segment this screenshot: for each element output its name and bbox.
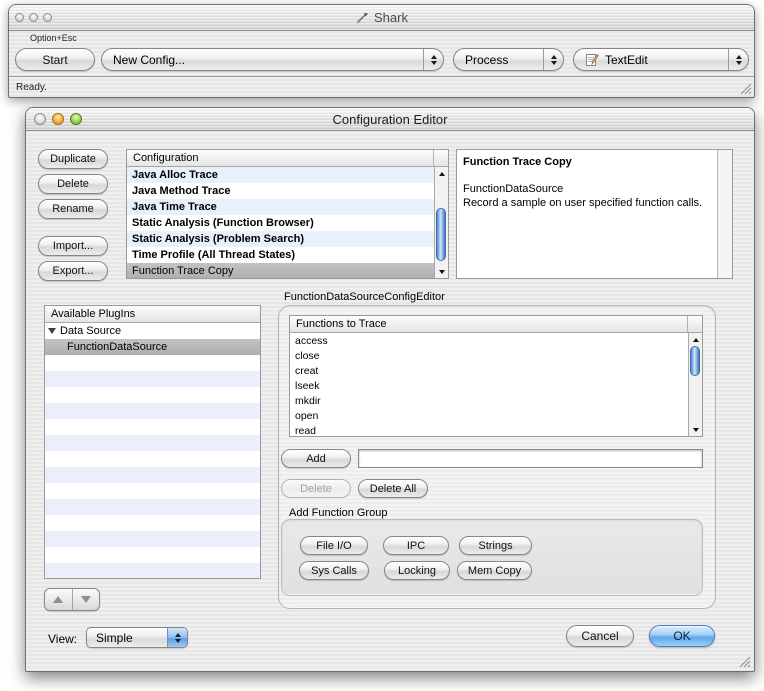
delete-function-button[interactable]: Delete: [281, 479, 351, 498]
rename-button[interactable]: Rename: [38, 199, 108, 219]
group-ipc-button[interactable]: IPC: [383, 536, 449, 555]
shark-window: Shark Option+Esc Start New Config... Pro…: [8, 4, 755, 98]
function-row[interactable]: read: [290, 423, 688, 436]
group-locking-button[interactable]: Locking: [384, 561, 450, 580]
export-button[interactable]: Export...: [38, 261, 108, 281]
view-label: View:: [48, 632, 77, 646]
scroll-up-icon[interactable]: [689, 334, 702, 345]
app-popup-value: TextEdit: [605, 53, 648, 67]
scrollbar-thumb[interactable]: [690, 346, 700, 376]
popup-arrows-icon: [167, 628, 187, 647]
desktop: Shark Option+Esc Start New Config... Pro…: [0, 0, 764, 691]
window-title: Shark: [374, 10, 408, 25]
move-down-icon[interactable]: [72, 589, 100, 610]
reorder-control[interactable]: [44, 588, 100, 611]
ok-button[interactable]: OK: [649, 625, 715, 647]
function-group-label: Add Function Group: [289, 507, 387, 519]
config-row[interactable]: Java Alloc Trace: [127, 167, 434, 183]
function-row[interactable]: mkdir: [290, 393, 688, 408]
function-row[interactable]: open: [290, 408, 688, 423]
scroll-down-icon[interactable]: [689, 424, 702, 435]
scroll-down-icon[interactable]: [435, 266, 448, 277]
group-file-io-button[interactable]: File I/O: [300, 536, 368, 555]
description-panel: Function Trace Copy FunctionDataSource R…: [456, 149, 733, 279]
config-row[interactable]: Java Method Trace: [127, 183, 434, 199]
window-title: Configuration Editor: [333, 112, 448, 127]
app-popup-menu[interactable]: TextEdit: [573, 48, 749, 71]
view-popup-value: Simple: [87, 628, 167, 647]
plugin-editor-title: FunctionDataSourceConfigEditor: [284, 291, 445, 303]
function-name-input[interactable]: [358, 449, 703, 468]
textedit-icon: [585, 52, 600, 67]
target-popup-menu[interactable]: Process: [453, 48, 564, 71]
move-up-icon[interactable]: [45, 589, 72, 610]
delete-button[interactable]: Delete: [38, 174, 108, 194]
resize-grip[interactable]: [739, 656, 751, 668]
cancel-button[interactable]: Cancel: [566, 625, 634, 647]
target-popup-value: Process: [454, 49, 543, 70]
plugin-row-selected[interactable]: FunctionDataSource: [45, 339, 260, 355]
scrollbar-thumb[interactable]: [436, 208, 446, 261]
description-plugin: FunctionDataSource: [463, 182, 712, 196]
function-group-box: [281, 519, 703, 596]
plugin-group-row[interactable]: Data Source: [45, 323, 260, 339]
shark-titlebar[interactable]: Shark: [9, 5, 754, 31]
config-row[interactable]: Time Profile (All Thread States): [127, 247, 434, 263]
config-row-selected[interactable]: Function Trace Copy: [127, 263, 434, 278]
popup-arrows-icon: [423, 49, 443, 70]
popup-arrows-icon: [728, 49, 748, 70]
function-row[interactable]: close: [290, 348, 688, 363]
function-row[interactable]: lseek: [290, 378, 688, 393]
configuration-editor-window: Configuration Editor Duplicate Delete Re…: [25, 107, 755, 672]
shark-icon: [355, 11, 369, 25]
scroll-up-icon[interactable]: [435, 168, 448, 179]
config-popup-menu[interactable]: New Config...: [101, 48, 444, 71]
plugins-table: Available PlugIns Data Source FunctionDa…: [44, 305, 261, 579]
start-button[interactable]: Start: [15, 48, 95, 71]
config-scrollbar[interactable]: [434, 167, 448, 278]
functions-column-header: Functions to Trace: [290, 316, 702, 333]
editor-titlebar[interactable]: Configuration Editor: [26, 108, 754, 131]
description-scroll-track[interactable]: [717, 150, 732, 278]
config-row[interactable]: Java Time Trace: [127, 199, 434, 215]
function-row[interactable]: creat: [290, 363, 688, 378]
empty-rows: [45, 355, 260, 578]
plugins-column-header: Available PlugIns: [45, 306, 260, 323]
hotkey-label: Option+Esc: [30, 33, 77, 43]
duplicate-button[interactable]: Duplicate: [38, 149, 108, 169]
view-popup-menu[interactable]: Simple: [86, 627, 188, 648]
disclosure-triangle-icon[interactable]: [48, 328, 56, 334]
import-button[interactable]: Import...: [38, 236, 108, 256]
header-cap: [433, 150, 448, 166]
config-row[interactable]: Static Analysis (Function Browser): [127, 215, 434, 231]
status-text: Ready.: [16, 82, 47, 93]
popup-arrows-icon: [543, 49, 563, 70]
status-divider: [9, 76, 754, 77]
configuration-column-header: Configuration: [127, 150, 448, 167]
group-mem-copy-button[interactable]: Mem Copy: [457, 561, 532, 580]
functions-scrollbar[interactable]: [688, 333, 702, 436]
add-button[interactable]: Add: [281, 449, 351, 468]
config-popup-value: New Config...: [102, 49, 423, 70]
delete-all-button[interactable]: Delete All: [358, 479, 428, 498]
group-strings-button[interactable]: Strings: [459, 536, 532, 555]
group-sys-calls-button[interactable]: Sys Calls: [299, 561, 369, 580]
config-row[interactable]: Static Analysis (Problem Search): [127, 231, 434, 247]
header-cap: [687, 316, 702, 332]
description-title: Function Trace Copy: [463, 155, 712, 169]
functions-table: Functions to Trace access close creat ls…: [289, 315, 703, 437]
function-row[interactable]: access: [290, 333, 688, 348]
description-text: Record a sample on user specified functi…: [463, 196, 712, 210]
configuration-table: Configuration Java Alloc Trace Java Meth…: [126, 149, 449, 279]
resize-grip[interactable]: [740, 83, 752, 95]
